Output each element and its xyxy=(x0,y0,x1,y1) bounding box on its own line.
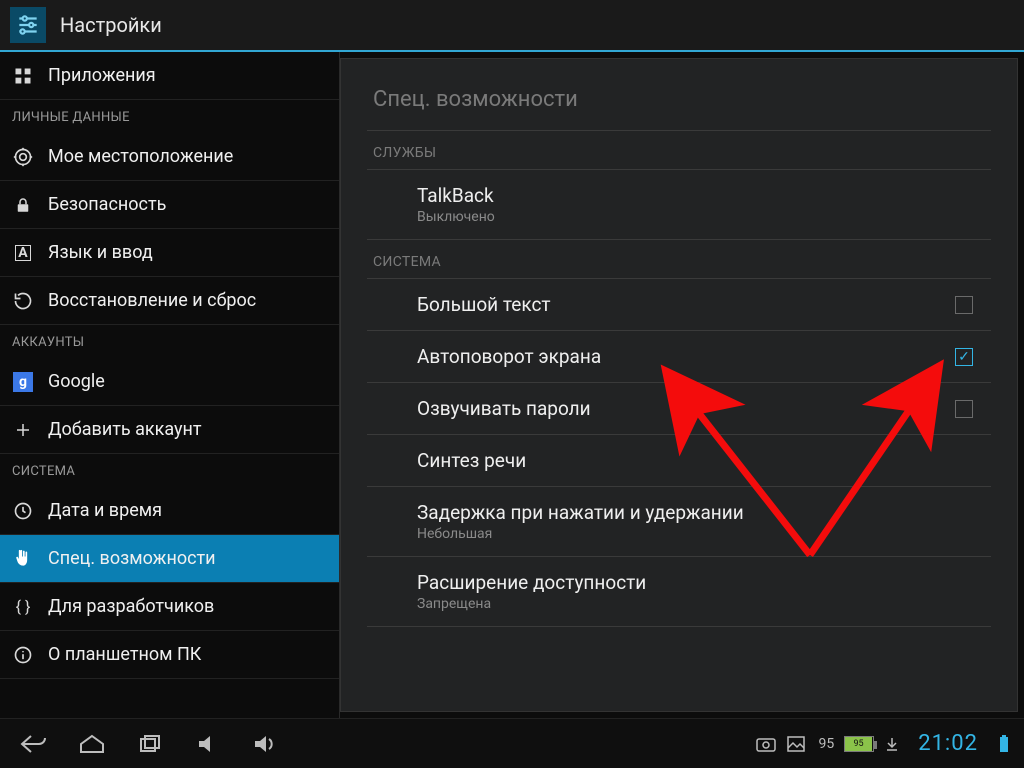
battery-icon: 95 xyxy=(844,736,874,752)
sidebar-item-google[interactable]: g Google xyxy=(0,358,339,406)
sidebar-item-language[interactable]: A Язык и ввод xyxy=(0,229,339,277)
sidebar-item-label: Спец. возможности xyxy=(48,548,216,569)
clock-icon xyxy=(12,500,34,522)
row-touch-hold-delay[interactable]: Задержка при нажатии и удержании Небольш… xyxy=(367,487,991,557)
row-title: Автоповорот экрана xyxy=(417,345,601,368)
row-auto-rotate[interactable]: Автоповорот экрана xyxy=(367,331,991,383)
sidebar-item-label: Google xyxy=(48,371,105,392)
sidebar-item-label: Для разработчиков xyxy=(48,596,214,617)
sidebar-item-label: Приложения xyxy=(48,65,156,86)
sidebar-section-header-accounts: АККАУНТЫ xyxy=(0,325,339,358)
row-accessibility-extension[interactable]: Расширение доступности Запрещена xyxy=(367,557,991,627)
sidebar-section-header-system: СИСТЕМА xyxy=(0,454,339,487)
sidebar-item-add-account[interactable]: Добавить аккаунт xyxy=(0,406,339,454)
row-title: Расширение доступности xyxy=(417,571,646,594)
sidebar-item-label: Мое местоположение xyxy=(48,146,233,167)
row-sub: Выключено xyxy=(417,209,495,225)
apps-icon xyxy=(12,65,34,87)
sidebar-item-accessibility[interactable]: Спец. возможности xyxy=(0,535,339,583)
battery-percent-text: 95 xyxy=(818,736,834,752)
nav-home-button[interactable] xyxy=(66,725,118,763)
system-navigation-bar: 95 95 21:02 xyxy=(0,718,1024,768)
titlebar-title: Настройки xyxy=(60,13,162,37)
sidebar-item-label: О планшетном ПК xyxy=(48,644,201,665)
braces-icon: { } xyxy=(12,596,34,618)
download-icon xyxy=(880,732,904,756)
row-talkback[interactable]: TalkBack Выключено xyxy=(367,170,991,240)
location-icon xyxy=(12,146,34,168)
row-speak-passwords[interactable]: Озвучивать пароли xyxy=(367,383,991,435)
row-sub: Небольшая xyxy=(417,526,744,542)
sidebar-item-label: Восстановление и сброс xyxy=(48,290,256,311)
group-header-system: СИСТЕМА xyxy=(367,240,991,279)
row-large-text[interactable]: Большой текст xyxy=(367,279,991,331)
language-icon: A xyxy=(12,242,34,264)
row-title: Большой текст xyxy=(417,293,551,316)
nav-recent-button[interactable] xyxy=(124,725,176,763)
google-icon: g xyxy=(12,371,34,393)
row-sub: Запрещена xyxy=(417,596,646,612)
hand-icon xyxy=(12,548,34,570)
row-tts[interactable]: Синтез речи xyxy=(367,435,991,487)
nav-volume-down-button[interactable] xyxy=(182,725,234,763)
sidebar-item-apps[interactable]: Приложения xyxy=(0,52,339,100)
row-title: Задержка при нажатии и удержании xyxy=(417,501,744,524)
settings-sidebar: Приложения ЛИЧНЫЕ ДАННЫЕ Мое местоположе… xyxy=(0,52,340,718)
settings-app-icon xyxy=(10,7,46,43)
battery-status-icon xyxy=(992,732,1016,756)
checkbox-auto-rotate[interactable] xyxy=(955,348,973,366)
info-icon xyxy=(12,644,34,666)
sidebar-item-backup-reset[interactable]: Восстановление и сброс xyxy=(0,277,339,325)
sidebar-item-developer[interactable]: { } Для разработчиков xyxy=(0,583,339,631)
refresh-icon xyxy=(12,290,34,312)
nav-back-button[interactable] xyxy=(8,725,60,763)
sidebar-item-datetime[interactable]: Дата и время xyxy=(0,487,339,535)
row-title: Синтез речи xyxy=(417,449,526,472)
sidebar-item-label: Добавить аккаунт xyxy=(48,419,202,440)
checkbox-large-text[interactable] xyxy=(955,296,973,314)
sidebar-item-label: Дата и время xyxy=(48,500,162,521)
page-title: Спец. возможности xyxy=(367,73,991,131)
detail-pane: Спец. возможности СЛУЖБЫ TalkBack Выключ… xyxy=(340,58,1018,712)
sidebar-item-about[interactable]: О планшетном ПК xyxy=(0,631,339,679)
row-title: TalkBack xyxy=(417,184,495,207)
row-title: Озвучивать пароли xyxy=(417,397,591,420)
image-icon xyxy=(784,732,808,756)
battery-fill-label: 95 xyxy=(845,737,872,751)
checkbox-speak-passwords[interactable] xyxy=(955,400,973,418)
lock-icon xyxy=(12,194,34,216)
nav-volume-up-button[interactable] xyxy=(240,725,292,763)
group-header-services: СЛУЖБЫ xyxy=(367,131,991,170)
camera-icon xyxy=(754,732,778,756)
sidebar-item-label: Язык и ввод xyxy=(48,242,153,263)
plus-icon xyxy=(12,419,34,441)
sidebar-item-security[interactable]: Безопасность xyxy=(0,181,339,229)
sidebar-item-location[interactable]: Мое местоположение xyxy=(0,133,339,181)
titlebar: Настройки xyxy=(0,0,1024,52)
status-clock: 21:02 xyxy=(918,731,978,756)
sidebar-section-header-personal: ЛИЧНЫЕ ДАННЫЕ xyxy=(0,100,339,133)
sidebar-item-label: Безопасность xyxy=(48,194,166,215)
